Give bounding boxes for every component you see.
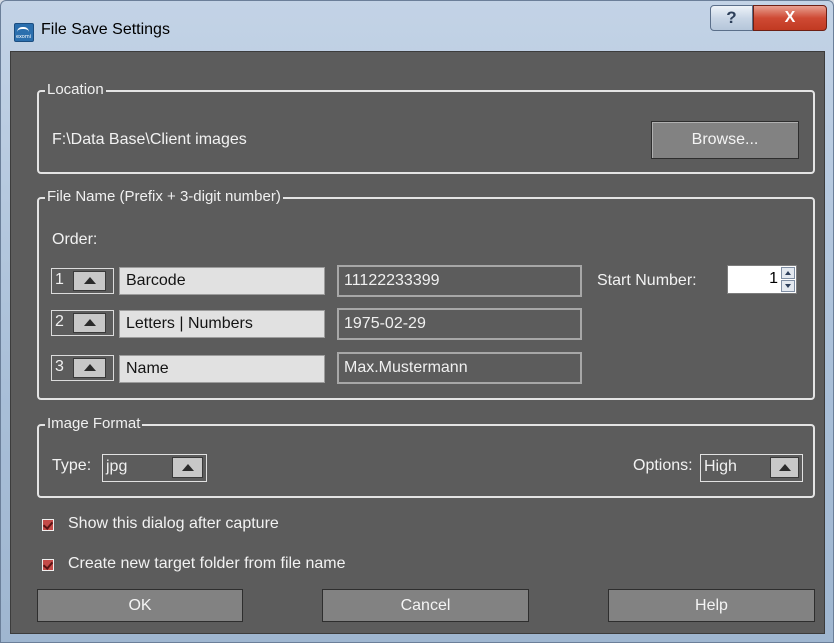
order-row-1-number: 1: [51, 268, 114, 294]
order-value-3[interactable]: Max.Mustermann: [337, 352, 582, 384]
help-button[interactable]: Help: [608, 589, 815, 622]
start-number-spinner[interactable]: 1: [727, 265, 797, 294]
help-icon[interactable]: ?: [710, 5, 753, 31]
order-row-3-number: 3: [51, 355, 114, 381]
order-row-2-number: 2: [51, 310, 114, 336]
file-save-settings-window: exomi File Save Settings ? X Location F:…: [0, 0, 834, 643]
order-type-2[interactable]: Letters | Numbers: [119, 310, 325, 338]
show-dialog-checkbox[interactable]: [42, 519, 54, 531]
order-type-3[interactable]: Name: [119, 355, 325, 383]
start-number-label: Start Number:: [597, 272, 697, 289]
ok-button[interactable]: OK: [37, 589, 243, 622]
type-select[interactable]: jpg: [102, 454, 207, 482]
order-value-2[interactable]: 1975-02-29: [337, 308, 582, 340]
type-select-value: jpg: [106, 458, 128, 475]
order-value-1[interactable]: 11122233399: [337, 265, 582, 297]
spinner-arrows: [781, 267, 795, 292]
show-dialog-label[interactable]: Show this dialog after capture: [68, 515, 279, 533]
cancel-button[interactable]: Cancel: [322, 589, 529, 622]
title-bar[interactable]: exomi File Save Settings ? X: [1, 1, 833, 51]
move-up-button-3[interactable]: [73, 358, 106, 378]
order-number-1: 1: [55, 271, 64, 288]
order-number-2: 2: [55, 313, 64, 330]
options-chevron-icon[interactable]: [770, 457, 799, 478]
location-path: F:\Data Base\Client images: [52, 131, 247, 148]
spin-up-icon[interactable]: [781, 267, 795, 279]
app-icon: exomi: [14, 23, 34, 42]
file-name-group-label: File Name (Prefix + 3-digit number): [45, 186, 283, 208]
location-group-label: Location: [45, 79, 106, 101]
create-folder-checkbox[interactable]: [42, 559, 54, 571]
browse-button[interactable]: Browse...: [651, 121, 799, 159]
close-icon[interactable]: X: [753, 5, 827, 31]
image-format-group-label: Image Format: [45, 413, 143, 435]
window-title: File Save Settings: [41, 21, 170, 38]
start-number-value: 1: [769, 270, 778, 287]
type-chevron-icon[interactable]: [172, 457, 203, 478]
options-label: Options:: [633, 457, 693, 474]
create-folder-label[interactable]: Create new target folder from file name: [68, 555, 345, 573]
spin-down-icon[interactable]: [781, 280, 795, 292]
app-icon-text: exomi: [16, 34, 32, 40]
type-label: Type:: [52, 457, 92, 474]
options-select-value: High: [704, 458, 737, 475]
order-number-3: 3: [55, 358, 64, 375]
order-label: Order:: [52, 231, 98, 248]
options-select[interactable]: High: [700, 454, 803, 482]
dialog-body: Location F:\Data Base\Client images Brow…: [10, 51, 825, 634]
move-up-button-1[interactable]: [73, 271, 106, 291]
order-type-1[interactable]: Barcode: [119, 267, 325, 295]
move-up-button-2[interactable]: [73, 313, 106, 333]
